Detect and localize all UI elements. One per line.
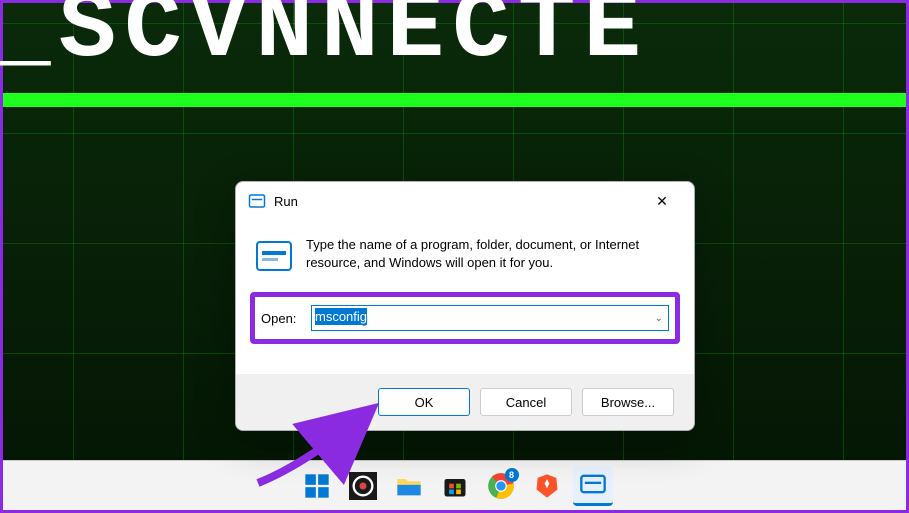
- dialog-title: Run: [274, 194, 642, 209]
- run-taskbar-icon: [579, 470, 607, 498]
- chrome-badge: 8: [505, 468, 519, 482]
- open-input[interactable]: [311, 305, 669, 331]
- instruction-text: Type the name of a program, folder, docu…: [306, 236, 674, 272]
- taskbar-app-brave[interactable]: [527, 466, 567, 506]
- taskbar-app-store[interactable]: [435, 466, 475, 506]
- file-explorer-icon: [395, 472, 423, 500]
- run-app-icon: [256, 238, 292, 274]
- obs-icon: [349, 472, 377, 500]
- taskbar-app-run[interactable]: [573, 466, 613, 506]
- browse-button[interactable]: Browse...: [582, 388, 674, 416]
- titlebar[interactable]: Run ✕: [236, 182, 694, 220]
- close-icon: ✕: [656, 193, 668, 210]
- open-combobox[interactable]: msconfig ⌄: [311, 305, 669, 331]
- taskbar-app-obs[interactable]: [343, 466, 383, 506]
- ok-button[interactable]: OK: [378, 388, 470, 416]
- ms-store-icon: [441, 472, 469, 500]
- run-icon: [248, 192, 266, 210]
- close-button[interactable]: ✕: [642, 186, 682, 216]
- wallpaper-text: _SCVNNECTE: [0, 0, 649, 84]
- taskbar[interactable]: 8: [3, 460, 906, 510]
- open-label: Open:: [261, 311, 301, 326]
- run-dialog: Run ✕ Type the name of a program, folder…: [235, 181, 695, 431]
- wallpaper-green-bar: [3, 93, 906, 107]
- button-row: OK Cancel Browse...: [236, 374, 694, 430]
- cancel-button[interactable]: Cancel: [480, 388, 572, 416]
- windows-icon: [303, 472, 331, 500]
- brave-icon: [533, 472, 561, 500]
- start-button[interactable]: [297, 466, 337, 506]
- taskbar-app-explorer[interactable]: [389, 466, 429, 506]
- annotation-highlight-box: Open: msconfig ⌄: [250, 292, 680, 344]
- taskbar-app-chrome[interactable]: 8: [481, 466, 521, 506]
